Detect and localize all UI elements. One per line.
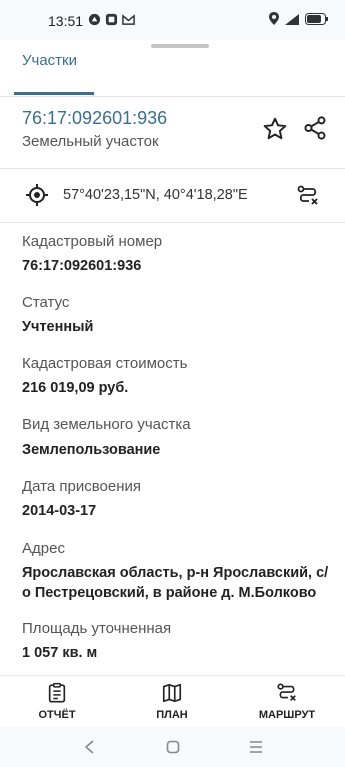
- field-value-assignment-date: 2014-03-17: [22, 503, 97, 519]
- route-label: МАРШРУТ: [258, 709, 316, 721]
- field-label-cadastral-value: Кадастровая стоимость: [22, 355, 188, 372]
- field-label-cadastral-number: Кадастровый номер: [22, 233, 163, 250]
- signal-icon: [285, 13, 299, 25]
- bottom-action-bar: ОТЧЁТ ПЛАН МАРШРУТ: [0, 675, 345, 726]
- map-icon: [162, 683, 182, 703]
- plan-label: ПЛАН: [156, 709, 188, 721]
- field-value-land-type: Землепользование: [22, 442, 161, 458]
- menu-icon[interactable]: [248, 739, 264, 755]
- location-icon: [269, 12, 279, 25]
- parcel-type: Земельный участок: [22, 133, 159, 150]
- divider: [0, 222, 345, 223]
- tab-bar: Участки: [0, 48, 345, 97]
- field-label-area: Площадь уточненная: [22, 620, 172, 637]
- field-label-assignment-date: Дата присвоения: [22, 478, 141, 495]
- coordinates-row: 57°40'23,15"N, 40°4'18,28"E: [0, 168, 345, 222]
- route-icon: [277, 683, 296, 701]
- home-icon[interactable]: [165, 739, 181, 755]
- parcel-number-title: 76:17:092601:936: [22, 108, 168, 128]
- tab-parcels[interactable]: Участки: [22, 52, 77, 69]
- report-button[interactable]: ОТЧЁТ: [17, 682, 97, 721]
- field-value-cadastral-number: 76:17:092601:936: [22, 258, 142, 274]
- field-label-status: Статус: [22, 294, 70, 311]
- notification-gmail-icon: [122, 14, 135, 25]
- status-notification-icons: [88, 13, 135, 26]
- status-time: 13:51: [48, 13, 84, 29]
- field-value-address: Ярославская область, р-н Ярославский, с/…: [22, 565, 329, 601]
- back-icon[interactable]: [82, 739, 98, 755]
- plan-button[interactable]: ПЛАН: [132, 682, 212, 721]
- status-bar: 13:51: [0, 0, 345, 40]
- route-icon[interactable]: [296, 184, 320, 208]
- field-label-land-type: Вид земельного участка: [22, 416, 191, 433]
- battery-icon: [305, 12, 328, 25]
- route-button[interactable]: МАРШРУТ: [247, 682, 327, 721]
- field-value-area: 1 057 кв. м: [22, 645, 98, 661]
- coordinates-text[interactable]: 57°40'23,15"N, 40°4'18,28"E: [63, 187, 248, 203]
- share-icon[interactable]: [302, 115, 328, 141]
- star-icon[interactable]: [262, 116, 288, 142]
- report-icon: [48, 682, 66, 703]
- status-system-icons: [269, 12, 329, 25]
- system-nav-bar: [0, 727, 345, 767]
- report-label: ОТЧЁТ: [38, 709, 76, 721]
- field-value-cadastral-value: 216 019,09 руб.: [22, 380, 129, 396]
- field-value-status: Учтенный: [22, 319, 94, 335]
- target-icon[interactable]: [25, 183, 49, 207]
- notification-mail-icon: [105, 13, 118, 26]
- field-label-address: Адрес: [22, 540, 65, 557]
- tab-active-indicator: [14, 92, 94, 95]
- notification-app-icon: [88, 13, 101, 26]
